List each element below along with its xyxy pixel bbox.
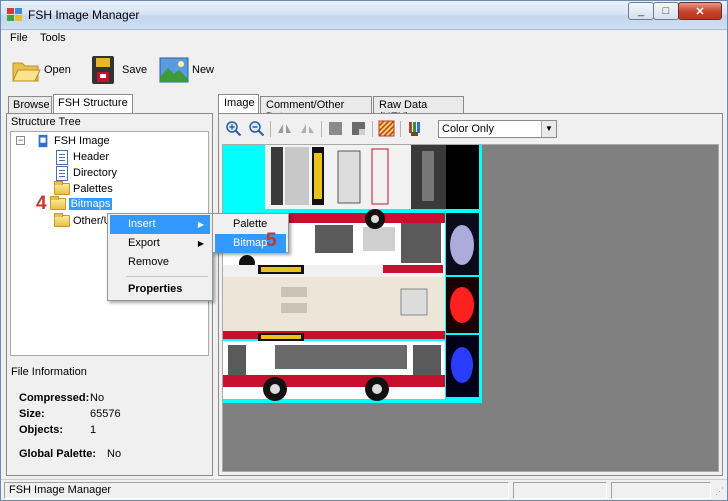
zoom-out-icon[interactable] (248, 120, 265, 137)
tab-image[interactable]: Image (218, 94, 259, 114)
app-window: FSH Image Manager _ □ ✕ File Tools Open … (0, 0, 728, 501)
checkerboard-background-icon[interactable] (378, 120, 395, 137)
menu-export[interactable]: Export ▶ (110, 234, 210, 253)
resize-grip-icon[interactable]: ⋰ (715, 486, 724, 497)
minimize-button[interactable]: _ (628, 2, 654, 20)
save-disk-icon (92, 56, 114, 84)
tree-node-bitmaps[interactable]: 4 Bitmaps (36, 193, 113, 214)
open-folder-icon (12, 62, 41, 82)
image-canvas[interactable] (222, 144, 719, 472)
tab-raw-data-hex[interactable]: Raw Data (HEX) (373, 96, 464, 123)
submenu-arrow-icon: ▶ (197, 220, 204, 229)
file-information: File Information Compressed: No Size: 65… (7, 362, 212, 474)
maximize-icon: □ (662, 5, 670, 17)
tree-node-directory[interactable]: Directory (54, 165, 117, 181)
image-toolbar: Color Only ▼ (222, 118, 717, 140)
menu-file[interactable]: File (10, 32, 28, 44)
app-logo-icon (7, 8, 23, 22)
flip-horizontal-icon[interactable] (276, 120, 293, 137)
tree-node-root[interactable]: FSH Image (35, 133, 110, 149)
menu-insert[interactable]: Insert ▶ (110, 215, 210, 234)
status-pane-2 (513, 482, 607, 499)
main-toolbar: Open Save New (1, 47, 727, 91)
folder-icon (54, 213, 70, 227)
tree-node-other[interactable]: Other/U (54, 213, 112, 229)
flip-vertical-icon[interactable] (299, 120, 316, 137)
tree-node-palettes[interactable]: Palettes (54, 181, 113, 197)
close-icon: ✕ (695, 5, 705, 18)
open-label: Open (44, 64, 71, 76)
save-button[interactable]: Save (89, 53, 147, 87)
document-icon (56, 150, 68, 165)
open-button[interactable]: Open (11, 53, 71, 87)
insert-submenu: Palette Bitmap (212, 213, 289, 253)
menu-tools[interactable]: Tools (40, 32, 66, 44)
window-title: FSH Image Manager (28, 8, 140, 22)
context-menu: Insert ▶ Export ▶ Remove Properties (107, 213, 213, 301)
close-button[interactable]: ✕ (678, 2, 722, 20)
global-palette-row: Global Palette: No (19, 448, 122, 460)
show-color-icon[interactable] (327, 120, 344, 137)
maximize-button[interactable]: □ (653, 2, 679, 20)
view-mode-select[interactable]: Color Only ▼ (438, 120, 557, 138)
palette-edit-icon[interactable] (406, 120, 423, 137)
tab-browse[interactable]: Browse (8, 96, 52, 114)
step-marker-5: 5 (266, 230, 277, 251)
menu-bar: File Tools (1, 30, 727, 47)
menu-properties[interactable]: Properties (110, 280, 210, 299)
submenu-arrow-icon: ▶ (197, 239, 204, 248)
status-text: FSH Image Manager (4, 482, 509, 499)
step-marker-4: 4 (36, 193, 47, 214)
title-bar: FSH Image Manager _ □ ✕ (1, 1, 727, 30)
zoom-in-icon[interactable] (225, 120, 242, 137)
menu-separator (126, 276, 208, 277)
file-info-title: File Information (11, 366, 87, 378)
image-panel: Color Only ▼ (218, 113, 723, 476)
tree-collapse-toggle[interactable]: − (16, 136, 25, 145)
new-image-icon (159, 57, 189, 83)
document-icon (56, 166, 68, 181)
size-row: Size: 65576 (19, 408, 121, 420)
chevron-down-icon: ▼ (541, 121, 556, 137)
show-alpha-icon[interactable] (350, 120, 367, 137)
objects-row: Objects: 1 (19, 424, 97, 436)
new-label: New (192, 64, 215, 76)
folder-icon (49, 196, 66, 210)
status-bar: FSH Image Manager ⋰ (1, 479, 727, 500)
new-button[interactable]: New (159, 53, 214, 87)
tab-comment-other-data[interactable]: Comment/Other Data (260, 96, 372, 123)
bitmap-preview (223, 145, 482, 403)
minimize-icon: _ (637, 5, 645, 17)
menu-remove[interactable]: Remove (110, 253, 210, 272)
tree-node-header[interactable]: Header (54, 149, 109, 165)
fsh-file-icon (38, 134, 48, 148)
save-label: Save (122, 64, 148, 76)
folder-icon (54, 181, 70, 195)
tab-fsh-structure[interactable]: FSH Structure (53, 94, 133, 114)
structure-tree-label: Structure Tree (11, 116, 81, 128)
status-pane-3 (611, 482, 711, 499)
compressed-row: Compressed: No (19, 392, 105, 404)
